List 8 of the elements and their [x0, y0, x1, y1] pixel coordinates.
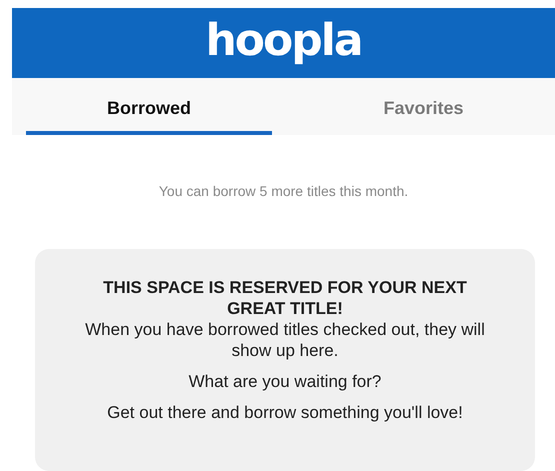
empty-state-text: What are you waiting for? — [188, 371, 382, 392]
empty-state-text: When you have borrowed titles checked out, they will show up here. — [84, 319, 486, 361]
empty-state-title: THIS SPACE IS RESERVED FOR YOUR NEXT GREAT TITLE! — [102, 277, 468, 319]
empty-state-text: Get out there and borrow something you'll love! — [106, 402, 464, 423]
borrow-limit-text: You can borrow 5 more titles this month. — [158, 183, 410, 199]
tab[interactable]: Favorites — [292, 78, 555, 135]
hoopla-logo: hoopla — [205, 19, 362, 67]
tab[interactable]: Borrowed — [26, 78, 272, 135]
